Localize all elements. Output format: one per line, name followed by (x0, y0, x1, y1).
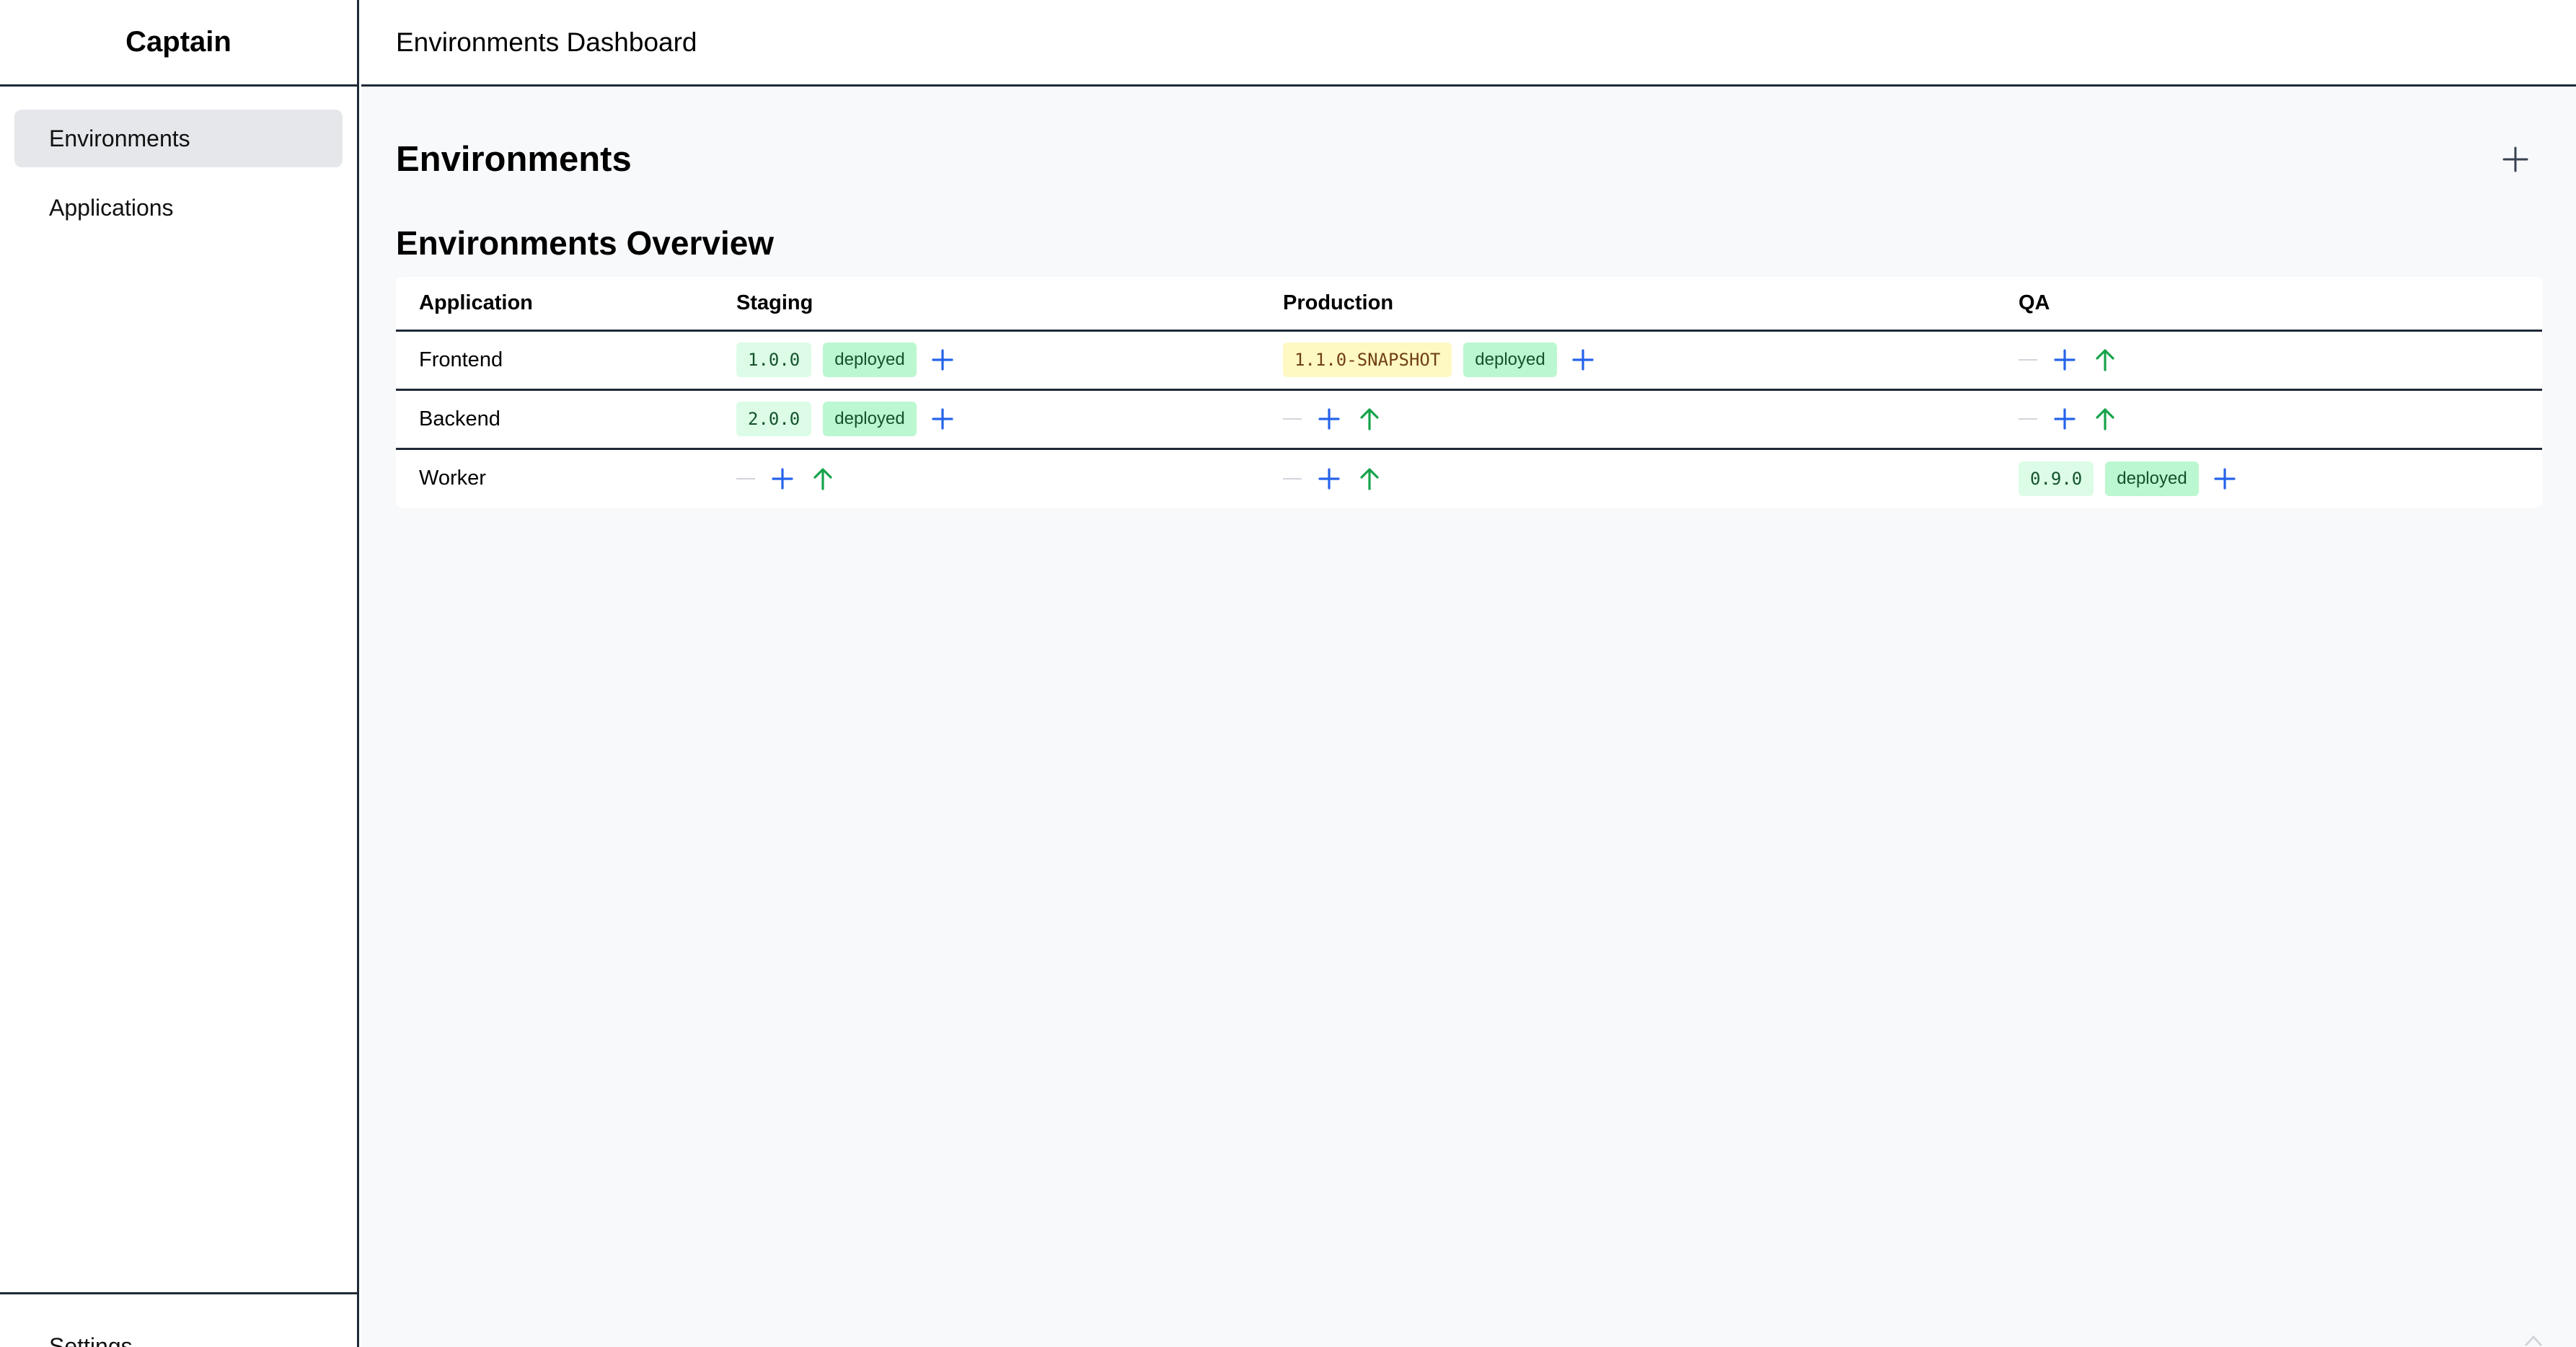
empty-marker (736, 477, 755, 480)
plus-icon (1318, 408, 1340, 430)
add-environment-button[interactable] (2494, 138, 2537, 181)
sidebar-item-applications[interactable]: Applications (14, 179, 343, 237)
production-cell (1260, 389, 1995, 450)
version-badge: 1.1.0-SNAPSHOT (1283, 343, 1452, 377)
deploy-button[interactable] (2050, 405, 2079, 433)
deploy-button[interactable] (2050, 345, 2079, 374)
arrow-up-icon (1360, 408, 1379, 430)
application-name-cell: Frontend (396, 330, 713, 391)
promote-button[interactable] (808, 464, 837, 493)
table-row: Worker 0.9.0 deployed (396, 449, 2542, 508)
empty-marker (1283, 477, 1302, 480)
brand-logo[interactable]: Captain (0, 0, 357, 87)
arrow-up-icon (1360, 468, 1379, 490)
qa-cell (1995, 330, 2542, 391)
plus-icon (932, 408, 953, 430)
plus-icon (2214, 468, 2236, 490)
sidebar: Captain Environments Applications Settin… (0, 0, 359, 1347)
empty-marker (2019, 359, 2037, 361)
sidebar-item-environments[interactable]: Environments (14, 110, 343, 167)
column-header-qa: QA (1995, 277, 2542, 332)
sidebar-footer: Settings (0, 1292, 357, 1347)
resize-corner-icon (2524, 1335, 2543, 1347)
status-badge: deployed (823, 402, 917, 436)
column-header-production: Production (1260, 277, 1995, 332)
plus-icon (2502, 146, 2528, 172)
sidebar-item-label: Environments (49, 125, 190, 151)
table-row: Frontend 1.0.0 deployed 1.1.0-SNAPSHOT deplo… (396, 330, 2542, 391)
staging-cell (713, 449, 1260, 508)
deploy-button[interactable] (1315, 464, 1344, 493)
plus-icon (772, 468, 793, 490)
plus-icon (2054, 349, 2076, 371)
section-title: Environments Overview (396, 224, 775, 262)
staging-cell: 2.0.0 deployed (713, 389, 1260, 450)
plus-icon (932, 349, 953, 371)
arrow-up-icon (2096, 408, 2114, 430)
top-header: Environments Dashboard (361, 0, 2576, 87)
empty-marker (1283, 418, 1302, 420)
sidebar-nav: Environments Applications (0, 87, 357, 237)
production-cell: 1.1.0-SNAPSHOT deployed (1260, 330, 1995, 391)
plus-icon (1318, 468, 1340, 490)
app-root: Captain Environments Applications Settin… (0, 0, 2576, 1347)
column-header-application: Application (396, 277, 713, 332)
status-badge: deployed (823, 343, 917, 377)
promote-button[interactable] (1355, 464, 1384, 493)
deploy-button[interactable] (2210, 464, 2239, 493)
main-content: Environments Environments Overview Appli… (361, 87, 2576, 1347)
plus-icon (1572, 349, 1594, 371)
sidebar-item-settings[interactable]: Settings (49, 1333, 133, 1347)
page-header: Environments (396, 87, 2541, 213)
staging-cell: 1.0.0 deployed (713, 330, 1260, 391)
status-badge: deployed (1463, 343, 1557, 377)
qa-cell: 0.9.0 deployed (1995, 449, 2542, 508)
qa-cell (1995, 389, 2542, 450)
promote-button[interactable] (2091, 345, 2120, 374)
version-badge: 2.0.0 (736, 402, 812, 436)
empty-marker (2019, 418, 2037, 420)
production-cell (1260, 449, 1995, 508)
arrow-up-icon (2096, 349, 2114, 371)
plus-icon (2054, 408, 2076, 430)
deploy-button[interactable] (928, 345, 957, 374)
column-header-staging: Staging (713, 277, 1260, 332)
promote-button[interactable] (1355, 405, 1384, 433)
table-header-row: Application Staging Production QA (396, 277, 2542, 332)
version-badge: 0.9.0 (2019, 461, 2094, 496)
header-title: Environments Dashboard (396, 27, 697, 57)
deploy-button[interactable] (928, 405, 957, 433)
table-body: Frontend 1.0.0 deployed 1.1.0-SNAPSHOT deplo… (396, 330, 2542, 508)
environments-table: Application Staging Production QA Fronte… (396, 277, 2542, 508)
deploy-button[interactable] (768, 464, 797, 493)
page-title: Environments (396, 140, 632, 179)
status-badge: deployed (2105, 461, 2199, 496)
application-name-cell: Backend (396, 389, 713, 450)
arrow-up-icon (813, 468, 832, 490)
version-badge: 1.0.0 (736, 343, 812, 377)
sidebar-item-label: Applications (49, 194, 174, 221)
deploy-button[interactable] (1315, 405, 1344, 433)
table-row: Backend 2.0.0 deployed (396, 389, 2542, 450)
promote-button[interactable] (2091, 405, 2120, 433)
application-name-cell: Worker (419, 467, 486, 490)
deploy-button[interactable] (1569, 345, 1597, 374)
